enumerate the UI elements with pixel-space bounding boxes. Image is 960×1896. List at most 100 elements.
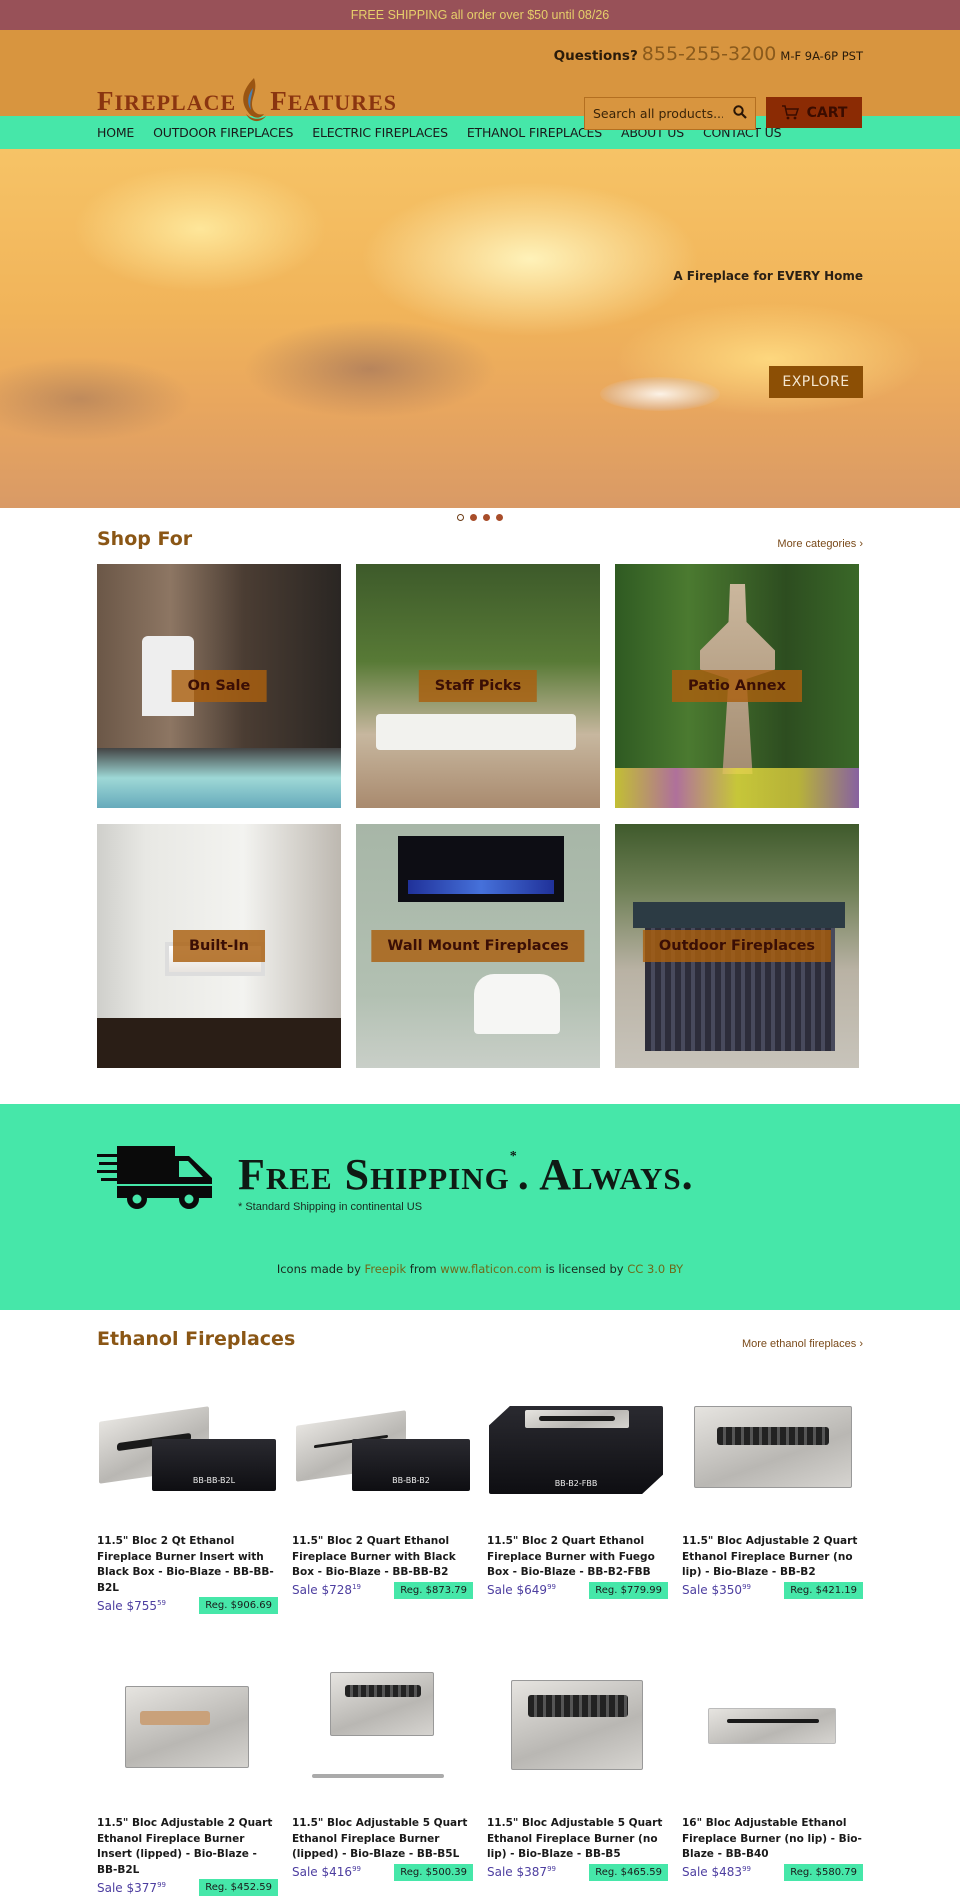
sale-price: Sale $75559 bbox=[97, 1598, 166, 1613]
product-title: 11.5" Bloc 2 Quart Ethanol Fireplace Bur… bbox=[292, 1535, 456, 1578]
tile-image-detail bbox=[474, 974, 560, 1034]
shipping-note: * Standard Shipping in continental US bbox=[238, 1201, 423, 1213]
category-tile-wall-mount-fireplaces[interactable]: Wall Mount Fireplaces bbox=[356, 824, 600, 1068]
shop-for-header: Shop For More categories › bbox=[0, 528, 960, 550]
product-image: BB-B2-FBB bbox=[487, 1384, 668, 1508]
category-label: Built-In bbox=[173, 930, 265, 962]
flaticon-link[interactable]: www.flaticon.com bbox=[440, 1262, 542, 1276]
sale-price: Sale $35099 bbox=[682, 1583, 751, 1597]
price-row: Sale $72819 Reg. $873.79 bbox=[292, 1581, 473, 1599]
sale-price: Sale $72819 bbox=[292, 1583, 361, 1597]
burner-tool bbox=[312, 1774, 444, 1778]
product-image bbox=[97, 1666, 278, 1790]
price-row: Sale $37799 Reg. $452.59 bbox=[97, 1879, 278, 1896]
delivery-truck-icon bbox=[97, 1146, 212, 1209]
price-row: Sale $75559 Reg. $906.69 bbox=[97, 1597, 278, 1614]
product-card[interactable]: 11.5" Bloc Adjustable 5 Quart Ethanol Fi… bbox=[487, 1666, 668, 1896]
price-row: Sale $41699 Reg. $500.39 bbox=[292, 1863, 473, 1881]
product-title: 11.5" Bloc Adjustable 5 Quart Ethanol Fi… bbox=[487, 1817, 663, 1860]
product-grid-row-1: BB-BB-B2L 11.5" Bloc 2 Qt Ethanol Firepl… bbox=[0, 1384, 960, 1614]
sale-price: Sale $64999 bbox=[487, 1583, 556, 1597]
flame-icon bbox=[243, 78, 267, 122]
category-tile-outdoor-fireplaces[interactable]: Outdoor Fireplaces bbox=[615, 824, 859, 1068]
tile-image bbox=[376, 714, 576, 750]
sale-price: Sale $38799 bbox=[487, 1865, 556, 1879]
more-ethanol-link[interactable]: More ethanol fireplaces › bbox=[742, 1338, 863, 1350]
hero-slideshow: A Fireplace for EVERY Home EXPLORE bbox=[0, 149, 960, 508]
category-tile-staff-picks[interactable]: Staff Picks bbox=[356, 564, 600, 808]
nav-item-outdoor-fireplaces[interactable]: OUTDOOR FIREPLACES bbox=[153, 125, 293, 140]
product-title: 11.5" Bloc Adjustable 5 Quart Ethanol Fi… bbox=[292, 1817, 468, 1860]
slide-dot-4[interactable] bbox=[496, 514, 503, 521]
product-card[interactable]: 11.5" Bloc Adjustable 5 Quart Ethanol Fi… bbox=[292, 1666, 473, 1896]
sale-price: Sale $48399 bbox=[682, 1865, 751, 1879]
announcement-bar: FREE SHIPPING all order over $50 until 0… bbox=[0, 0, 960, 30]
explore-button[interactable]: EXPLORE bbox=[769, 366, 863, 398]
logo-text-left: Fireplace bbox=[97, 85, 237, 116]
cart-button[interactable]: CART bbox=[766, 97, 862, 128]
category-label: Outdoor Fireplaces bbox=[642, 930, 832, 962]
product-image bbox=[487, 1666, 668, 1790]
search-input[interactable] bbox=[593, 106, 723, 121]
regular-price-badge: Reg. $580.79 bbox=[784, 1863, 863, 1881]
logo[interactable]: Fireplace Features bbox=[97, 78, 397, 124]
search-form bbox=[584, 97, 756, 130]
nav-item-ethanol-fireplaces[interactable]: ETHANOL FIREPLACES bbox=[467, 125, 602, 140]
product-card[interactable]: 16" Bloc Adjustable Ethanol Fireplace Bu… bbox=[682, 1666, 863, 1896]
site-header: Fireplace Features Questions? 855-255-32… bbox=[0, 30, 960, 130]
phone-link[interactable]: 855-255-3200 bbox=[642, 43, 777, 65]
category-label: On Sale bbox=[171, 670, 267, 702]
price-row: Sale $48399 Reg. $580.79 bbox=[682, 1863, 863, 1881]
burner-steel bbox=[125, 1686, 249, 1768]
cart-label: CART bbox=[806, 104, 848, 121]
product-image: BB-BB-B2L bbox=[97, 1384, 278, 1508]
ethanol-header: Ethanol Fireplaces More ethanol fireplac… bbox=[0, 1328, 960, 1350]
nav-item-electric-fireplaces[interactable]: ELECTRIC FIREPLACES bbox=[312, 125, 448, 140]
tile-image-detail bbox=[633, 902, 845, 928]
slide-dot-3[interactable] bbox=[483, 514, 490, 521]
slide-dot-2[interactable] bbox=[470, 514, 477, 521]
search-icon[interactable] bbox=[733, 104, 747, 123]
product-card[interactable]: 11.5" Bloc Adjustable 2 Quart Ethanol Fi… bbox=[682, 1384, 863, 1614]
nav-item-home[interactable]: HOME bbox=[97, 125, 134, 140]
ethanol-title: Ethanol Fireplaces bbox=[97, 1328, 296, 1350]
slide-dot-1[interactable] bbox=[457, 514, 464, 521]
license-link[interactable]: CC 3.0 BY bbox=[627, 1262, 683, 1276]
category-label: Wall Mount Fireplaces bbox=[371, 930, 585, 962]
product-image: BB-BB-B2 bbox=[292, 1384, 473, 1508]
more-categories-link[interactable]: More categories › bbox=[777, 538, 863, 550]
headline-asterisk: * bbox=[509, 1149, 518, 1164]
regular-price-badge: Reg. $500.39 bbox=[394, 1863, 473, 1881]
free-shipping-headline: Free Shipping*. Always. bbox=[238, 1149, 694, 1200]
credit-prefix: Icons made by bbox=[276, 1262, 361, 1276]
category-grid: On Sale Staff Picks Patio Annex Built-In… bbox=[0, 564, 960, 1068]
price-row: Sale $38799 Reg. $465.59 bbox=[487, 1863, 668, 1881]
product-title: 11.5" Bloc Adjustable 2 Quart Ethanol Fi… bbox=[682, 1535, 858, 1578]
product-image bbox=[292, 1666, 473, 1790]
sale-price: Sale $37799 bbox=[97, 1880, 166, 1895]
category-tile-built-in[interactable]: Built-In bbox=[97, 824, 341, 1068]
product-card[interactable]: 11.5" Bloc Adjustable 2 Quart Ethanol Fi… bbox=[97, 1666, 278, 1896]
product-title: 11.5" Bloc 2 Quart Ethanol Fireplace Bur… bbox=[487, 1535, 655, 1578]
price-row: Sale $35099 Reg. $421.19 bbox=[682, 1581, 863, 1599]
burner-steel bbox=[694, 1406, 852, 1488]
burner-steel bbox=[330, 1672, 434, 1736]
free-shipping-banner: Free Shipping*. Always. * Standard Shipp… bbox=[0, 1104, 960, 1310]
icon-credit: Icons made by Freepik from www.flaticon.… bbox=[0, 1262, 960, 1276]
product-card[interactable]: BB-BB-B2L 11.5" Bloc 2 Qt Ethanol Firepl… bbox=[97, 1384, 278, 1614]
headline-part-1: Free Shipping bbox=[238, 1150, 510, 1199]
regular-price-badge: Reg. $873.79 bbox=[394, 1581, 473, 1599]
tile-image bbox=[398, 836, 564, 902]
product-image bbox=[682, 1666, 863, 1790]
freepik-link[interactable]: Freepik bbox=[365, 1262, 407, 1276]
category-tile-patio-annex[interactable]: Patio Annex bbox=[615, 564, 859, 808]
product-card[interactable]: BB-BB-B2 11.5" Bloc 2 Quart Ethanol Fire… bbox=[292, 1384, 473, 1614]
category-tile-on-sale[interactable]: On Sale bbox=[97, 564, 341, 808]
product-card[interactable]: BB-B2-FBB 11.5" Bloc 2 Quart Ethanol Fir… bbox=[487, 1384, 668, 1614]
contact-info: Questions? 855-255-3200 M-F 9A-6P PST bbox=[554, 43, 863, 65]
hours-text: M-F 9A-6P PST bbox=[780, 49, 863, 63]
hero-background-ember bbox=[600, 377, 720, 411]
burner-steel bbox=[525, 1410, 629, 1428]
shop-for-title: Shop For bbox=[97, 528, 193, 550]
price-row: Sale $64999 Reg. $779.99 bbox=[487, 1581, 668, 1599]
